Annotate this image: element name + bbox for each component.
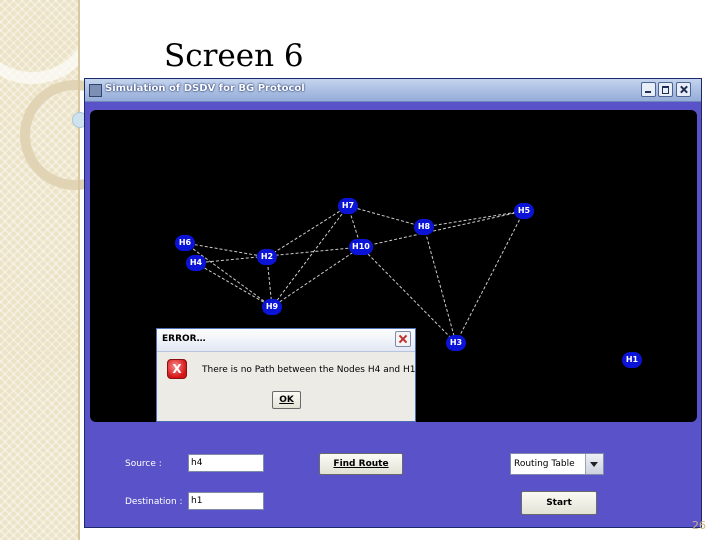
- network-node[interactable]: H9: [262, 299, 282, 315]
- network-link: [271, 246, 362, 308]
- maximize-button[interactable]: [658, 82, 673, 97]
- network-link: [347, 205, 425, 228]
- network-node[interactable]: H6: [175, 235, 195, 251]
- routing-table-value: Routing Table: [514, 459, 575, 469]
- dialog-close-button[interactable]: [395, 331, 411, 347]
- window-title: Simulation of DSDV for BG Protocol: [105, 83, 305, 94]
- network-link: [360, 210, 525, 248]
- source-input[interactable]: h4: [188, 454, 264, 472]
- dialog-message: There is no Path between the Nodes H4 an…: [202, 365, 416, 375]
- network-link: [195, 262, 273, 308]
- network-link: [271, 205, 349, 308]
- network-node[interactable]: H1: [622, 352, 642, 368]
- find-route-button[interactable]: Find Route: [319, 453, 403, 475]
- network-link: [423, 226, 457, 344]
- network-node[interactable]: H10: [349, 239, 373, 255]
- network-link: [455, 210, 525, 344]
- error-icon: X: [167, 359, 187, 379]
- source-label: Source :: [125, 459, 162, 469]
- network-node[interactable]: H5: [514, 203, 534, 219]
- ok-label: OK: [279, 395, 294, 405]
- destination-label: Destination :: [125, 497, 183, 507]
- close-window-button[interactable]: [676, 82, 691, 97]
- chevron-down-icon[interactable]: [585, 454, 603, 474]
- app-window: Simulation of DSDV for BG Protocol H7 H5 H…: [84, 78, 702, 528]
- network-node[interactable]: H4: [186, 255, 206, 271]
- error-dialog: ERROR… X There is no Path between the No…: [156, 328, 416, 422]
- start-button[interactable]: Start: [521, 491, 597, 515]
- slide-title: Screen 6: [164, 38, 304, 74]
- minimize-button[interactable]: [641, 82, 656, 97]
- network-node[interactable]: H8: [414, 219, 434, 235]
- ok-button[interactable]: OK: [272, 391, 301, 409]
- slide-divider: [78, 0, 80, 540]
- network-node[interactable]: H3: [446, 335, 466, 351]
- dialog-title: ERROR…: [162, 334, 206, 344]
- network-node[interactable]: H2: [257, 249, 277, 265]
- window-titlebar[interactable]: Simulation of DSDV for BG Protocol: [85, 79, 701, 102]
- routing-table-select[interactable]: Routing Table: [510, 453, 604, 475]
- decorative-ring: [0, 0, 100, 84]
- slide-number: 26: [692, 519, 706, 532]
- java-app-icon: [89, 84, 102, 97]
- network-node[interactable]: H7: [338, 198, 358, 214]
- destination-input[interactable]: h1: [188, 492, 264, 510]
- dialog-titlebar[interactable]: ERROR…: [157, 329, 415, 352]
- find-route-label: Find Route: [333, 459, 389, 469]
- network-link: [423, 210, 525, 228]
